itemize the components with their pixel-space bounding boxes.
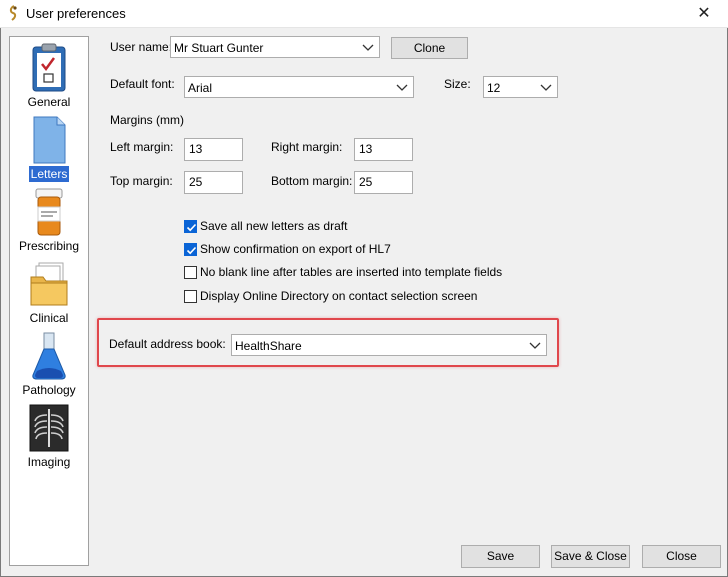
save-and-close-button[interactable]: Save & Close [551,545,630,568]
close-button[interactable]: Close [642,545,721,568]
size-label: Size: [444,77,471,91]
sidebar-item-imaging[interactable]: Imaging [10,401,88,473]
chevron-down-icon [529,342,541,349]
app-icon [9,5,17,21]
no-blank-line-label: No blank line after tables are inserted … [200,265,503,279]
sidebar-item-label: General [27,95,71,109]
user-name-select[interactable]: Mr Stuart Gunter [170,36,380,58]
default-font-select[interactable]: Arial [184,76,414,98]
default-font-value: Arial [188,81,213,95]
save-button[interactable]: Save [461,545,540,568]
sidebar-item-label: Imaging [27,455,71,469]
checkmark-icon [186,223,197,232]
margins-heading: Margins (mm) [110,113,184,127]
hl7-confirmation-checkbox[interactable] [184,243,197,256]
left-margin-input[interactable]: 13 [184,138,243,161]
hl7-confirmation-label: Show confirmation on export of HL7 [200,242,391,256]
chevron-down-icon [362,44,374,51]
document-icon [33,116,66,164]
no-blank-line-checkbox[interactable] [184,266,197,279]
save-as-draft-label: Save all new letters as draft [200,219,348,233]
sidebar: General Letters Prescribing Clinical Pat… [9,36,89,566]
address-book-select[interactable]: HealthShare [231,334,547,356]
size-select[interactable]: 12 [483,76,558,98]
user-name-label: User name: [110,40,173,54]
sidebar-item-label: Prescribing [18,239,80,253]
sidebar-item-label: Clinical [29,311,69,325]
sidebar-item-label: Pathology [22,383,76,397]
checkmark-icon [186,246,197,255]
xray-icon [29,404,69,452]
pill-bottle-icon [35,188,63,236]
sidebar-item-prescribing[interactable]: Prescribing [10,185,88,257]
online-directory-checkbox[interactable] [184,290,197,303]
default-font-label: Default font: [110,77,175,91]
right-margin-label: Right margin: [271,140,343,154]
sidebar-item-general[interactable]: General [10,41,88,113]
user-name-value: Mr Stuart Gunter [174,41,264,55]
address-book-label: Default address book: [109,337,226,351]
top-margin-input[interactable]: 25 [184,171,243,194]
top-margin-label: Top margin: [110,174,173,188]
close-window-button[interactable]: ✕ [693,4,715,24]
size-value: 12 [487,81,501,95]
chevron-down-icon [396,84,408,91]
online-directory-label: Display Online Directory on contact sele… [200,289,478,303]
sidebar-item-clinical[interactable]: Clinical [10,257,88,329]
sidebar-item-pathology[interactable]: Pathology [10,329,88,401]
sidebar-item-label: Letters [28,166,70,182]
title-bar: User preferences ✕ [0,0,728,28]
address-book-value: HealthShare [235,339,302,353]
flask-icon [32,332,66,380]
bottom-margin-input[interactable]: 25 [354,171,413,194]
left-margin-label: Left margin: [110,140,174,154]
window-title: User preferences [26,6,126,21]
bottom-margin-label: Bottom margin: [271,174,353,188]
clipboard-icon [32,43,66,92]
folder-icon [30,262,68,306]
clone-button[interactable]: Clone [391,37,468,59]
sidebar-item-letters[interactable]: Letters [10,113,88,185]
chevron-down-icon [540,84,552,91]
save-as-draft-checkbox[interactable] [184,220,197,233]
right-margin-input[interactable]: 13 [354,138,413,161]
